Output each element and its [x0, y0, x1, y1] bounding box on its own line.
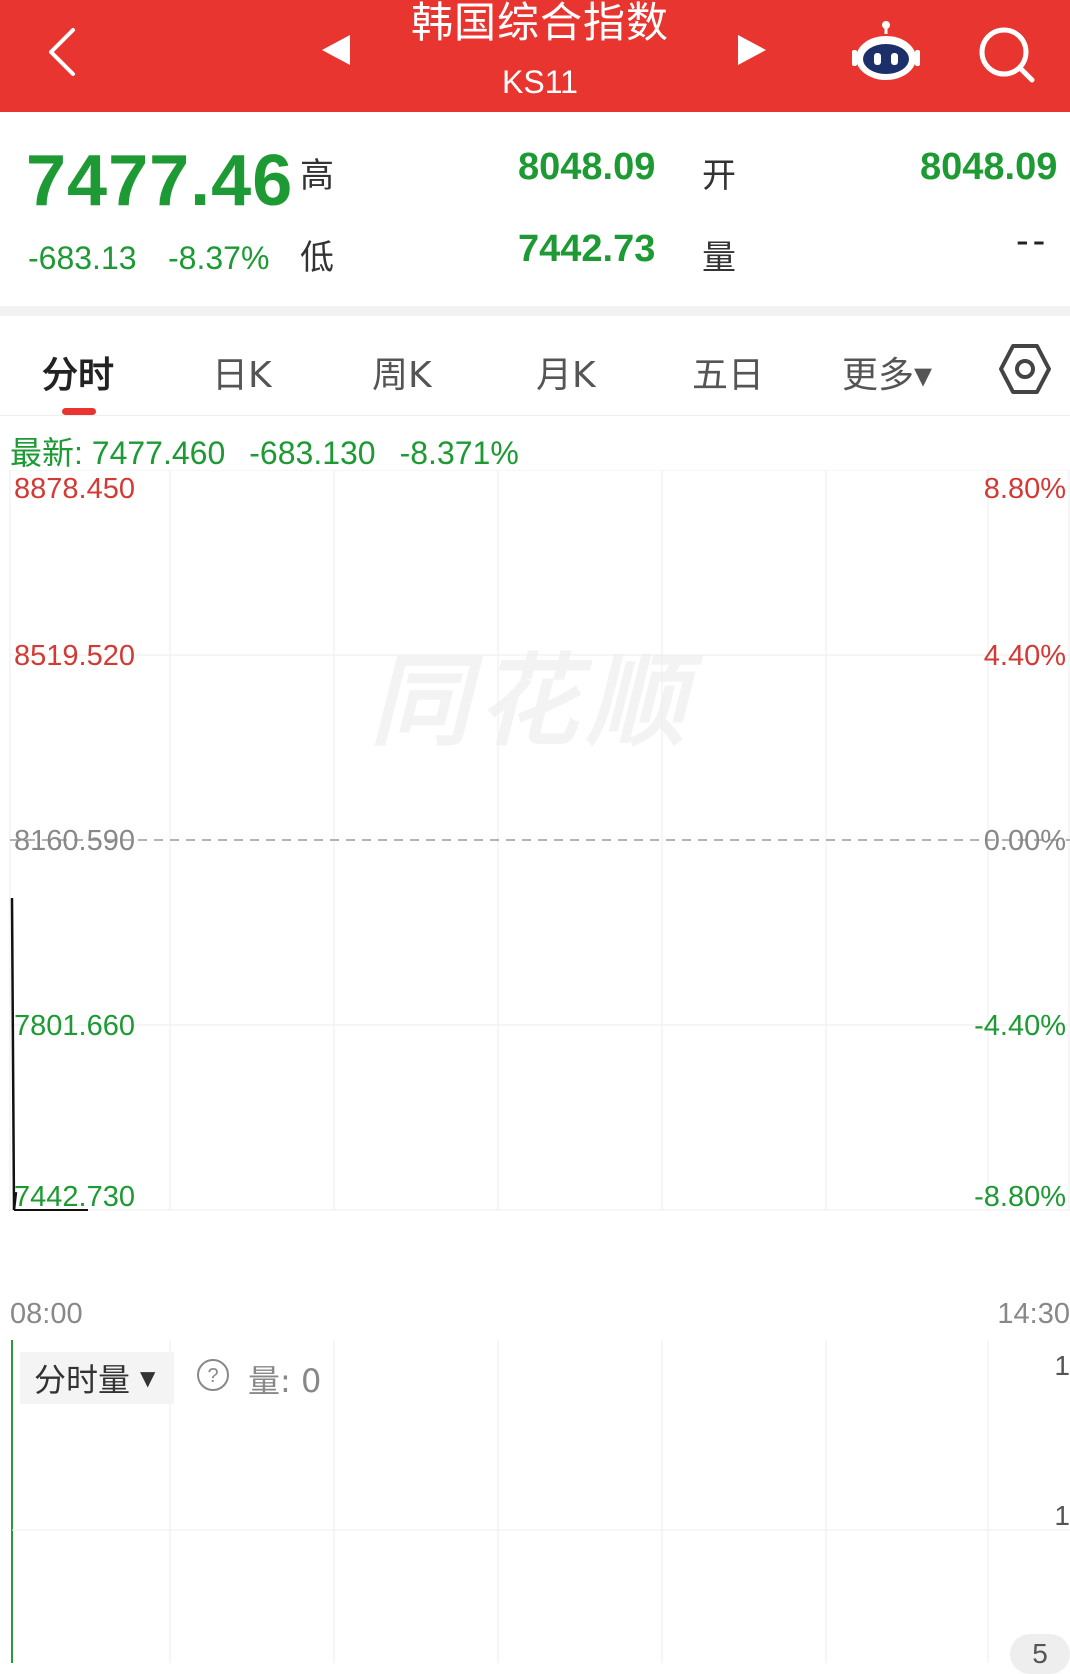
search-button[interactable]	[974, 22, 1038, 86]
volume-axis-bottom-value: 5	[1010, 1634, 1070, 1674]
price-line	[10, 897, 18, 1211]
volume-axis-bottom: 5	[1010, 1634, 1070, 1674]
x-axis-start-label: 08:00	[10, 1298, 83, 1330]
volume-readout: 量: 0	[248, 1362, 322, 1400]
volume-axis-top: 1	[1054, 1350, 1070, 1381]
y-right-tick-2: 0.00%	[984, 825, 1066, 857]
high-value: 8048.09	[518, 146, 656, 188]
tab-intraday[interactable]: 分时	[42, 346, 114, 398]
latest-pct: -8.371%	[399, 435, 519, 471]
y-left-tick-0: 8878.450	[14, 473, 135, 505]
page-title: 韩国综合指数	[410, 0, 669, 47]
tab-five-day[interactable]: 五日	[692, 346, 764, 398]
active-tab-indicator	[62, 408, 96, 415]
robot-icon	[852, 21, 920, 80]
y-right-tick-4: -8.80%	[974, 1181, 1066, 1213]
tab-more[interactable]: 更多▾	[842, 346, 932, 398]
chevron-left-icon	[49, 28, 75, 76]
help-button[interactable]: ?	[196, 1358, 230, 1392]
volume-label: 量	[702, 238, 736, 278]
high-label: 高	[300, 156, 334, 196]
y-right-tick-0: 8.80%	[984, 473, 1066, 505]
volume-value: --	[1016, 220, 1050, 262]
y-right-tick-3: -4.40%	[974, 1010, 1066, 1042]
latest-change: -683.130	[249, 435, 376, 471]
y-right-tick-1: 4.40%	[984, 640, 1066, 672]
y-left-tick-1: 8519.520	[14, 640, 135, 672]
open-label: 开	[702, 156, 736, 196]
chart-settings-button[interactable]	[998, 342, 1052, 396]
volume-axis-mid: 1	[1054, 1500, 1070, 1531]
question-circle-icon: ?	[197, 1359, 229, 1391]
current-price: 7477.46	[26, 141, 294, 221]
open-value: 8048.09	[920, 146, 1058, 188]
price-change: -683.13	[28, 240, 137, 276]
search-icon	[979, 27, 1035, 83]
tab-monthly-k[interactable]: 月K	[536, 346, 596, 398]
latest-quote-line: 最新: 7477.460 -683.130 -8.371%	[10, 428, 543, 474]
next-index-button[interactable]	[734, 30, 770, 70]
tab-weekly-k[interactable]: 周K	[372, 346, 432, 398]
intraday-chart[interactable]: 8878.450 8.80% 8519.520 4.40% 8160.590 0.00% 7…	[0, 470, 1070, 1350]
volume-panel: 分时量 ▼ ? 量: 0 1 1 5	[0, 1340, 1070, 1674]
latest-price: 最新: 7477.460	[10, 435, 226, 471]
caret-down-icon: ▼	[140, 1366, 156, 1390]
prev-index-button[interactable]	[318, 30, 354, 70]
back-button[interactable]	[38, 22, 88, 82]
intraday-chart-svg: 8878.450 8.80% 8519.520 4.40% 8160.590 0.00% 7…	[9, 470, 1070, 1213]
svg-text:?: ?	[207, 1365, 218, 1387]
divider	[0, 306, 1070, 316]
y-left-tick-4: 7442.730	[14, 1181, 135, 1213]
hexagon-settings-icon	[999, 344, 1051, 394]
tab-daily-k[interactable]: 日K	[212, 346, 272, 398]
period-tabs: 分时 日K 周K 月K 五日 更多▾	[0, 316, 1070, 416]
x-axis-end-label: 14:30	[997, 1298, 1070, 1330]
y-left-tick-2: 8160.590	[14, 825, 135, 857]
triangle-left-icon	[322, 35, 350, 65]
price-change-pct: -8.37%	[168, 240, 270, 276]
index-code: KS11	[502, 64, 578, 100]
y-left-tick-3: 7801.660	[14, 1010, 135, 1042]
triangle-right-icon	[738, 35, 766, 65]
title-block: 韩国综合指数 KS11	[360, 0, 720, 112]
volume-type-label: 分时量	[34, 1361, 131, 1399]
top-bar: 韩国综合指数 KS11	[0, 0, 1070, 112]
assistant-button[interactable]	[852, 20, 920, 84]
low-label: 低	[300, 238, 334, 278]
quote-panel: 7477.46 -683.13 -8.37% 高 8048.09 低 7442.…	[0, 112, 1070, 308]
low-value: 7442.73	[518, 228, 656, 270]
volume-type-select[interactable]: 分时量 ▼	[20, 1352, 174, 1404]
